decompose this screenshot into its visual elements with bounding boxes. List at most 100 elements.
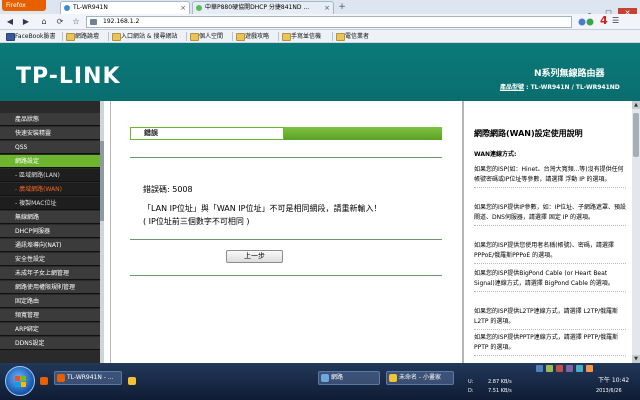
tray-app-icon[interactable] xyxy=(566,365,573,372)
scroll-down-icon[interactable]: ▼ xyxy=(632,355,640,363)
firefox-icon xyxy=(57,374,65,382)
bookmark-forum[interactable]: 網路論壇 xyxy=(66,31,99,42)
menu-item-wireless[interactable]: 無線網路 xyxy=(0,211,100,224)
url-bar[interactable]: 192.168.1.2 xyxy=(86,16,572,28)
taskbar-window-label: TL-WR941N - ... xyxy=(67,374,114,381)
window-controls: – □ ✕ xyxy=(580,0,640,19)
home-button[interactable]: ⌂ xyxy=(38,16,50,28)
close-icon[interactable]: × xyxy=(180,2,186,14)
bookmark-facebook[interactable]: FaceBook臉書 xyxy=(6,31,56,42)
tab-label: TL-WR941N xyxy=(73,4,108,11)
upload-label: U: xyxy=(468,379,474,385)
download-label: D: xyxy=(468,388,474,394)
bookmark-personal[interactable]: 個人空間 xyxy=(190,31,223,42)
model-label: 產品型號 xyxy=(500,84,525,91)
back-step-button[interactable]: 上一步 xyxy=(226,250,283,263)
separator xyxy=(332,32,333,41)
bookmark-phones[interactable]: 手寫並信機 xyxy=(282,31,321,42)
separator xyxy=(108,32,109,41)
taskbar-window-paint[interactable]: 未命名 - 小畫家 xyxy=(386,371,454,385)
separator xyxy=(186,32,187,41)
new-tab-button[interactable]: + xyxy=(336,1,348,13)
forward-button[interactable]: ▶ xyxy=(20,16,32,28)
error-message: 「LAN IP位址」與「WAN IP位址」不可是相同網段，請重新輸入！ xyxy=(143,204,382,213)
tray-app-icon[interactable] xyxy=(536,365,543,372)
menu-icon[interactable]: ☰ xyxy=(612,16,619,25)
menu-item-arp-binding[interactable]: ARP綁定 xyxy=(0,323,100,336)
windows-logo-icon xyxy=(15,376,26,387)
menu-item-status[interactable]: 產品狀態 xyxy=(0,113,100,126)
browser-tab-bar: Firefox TL-WR941N × 中華P880硬協開DHCP 分捷841N… xyxy=(0,0,640,19)
upload-speed: 2.87 KB/s xyxy=(488,379,512,385)
menu-item-dhcp[interactable]: DHCP伺服器 xyxy=(0,225,100,238)
tplink-logo: TP-LINK xyxy=(16,64,121,89)
help-title: 網際網路(WAN)設定使用說明 xyxy=(474,129,583,138)
globe-icon xyxy=(196,5,202,11)
bookmark-games[interactable]: 遊戲攻略 xyxy=(236,31,269,42)
tray-app-icon[interactable] xyxy=(556,365,563,372)
firefox-menu-button[interactable]: Firefox xyxy=(2,0,46,11)
separator xyxy=(278,32,279,41)
menu-item-qss[interactable]: QSS xyxy=(0,141,100,154)
taskbar-window-network[interactable]: 網路 xyxy=(318,371,380,385)
error-code: 錯誤碼: 5008 xyxy=(143,185,193,194)
back-button[interactable]: ◀ xyxy=(4,16,16,28)
menu-item-quick-setup[interactable]: 快速安裝精靈 xyxy=(0,127,100,140)
addon-icons[interactable] xyxy=(578,17,598,27)
menu-item-lan[interactable]: - 區域網路(LAN) xyxy=(0,169,100,182)
bookmark-telecom[interactable]: 電信業者 xyxy=(336,31,369,42)
paint-icon xyxy=(389,374,397,382)
scroll-up-icon[interactable]: ▲ xyxy=(632,101,640,109)
start-button[interactable] xyxy=(5,366,35,396)
help-paragraph: 如果您的ISP提供您使用者名稱(帳號)、密碼，請選擇 PPPoE/俄羅斯PPPo… xyxy=(474,241,626,264)
tab-dhcp-forum[interactable]: 中華P880硬協開DHCP 分捷841ND ... × xyxy=(192,1,334,14)
notification-count[interactable]: 4 xyxy=(600,14,608,27)
tab-tl-wr941n[interactable]: TL-WR941N × xyxy=(60,1,190,14)
taskbar-window-firefox[interactable]: TL-WR941N - ... xyxy=(54,371,122,385)
download-speed: 7.51 KB/s xyxy=(488,388,512,394)
close-icon[interactable]: × xyxy=(324,2,330,14)
divider xyxy=(130,157,442,158)
tray-app-icon[interactable] xyxy=(576,365,583,372)
content-area xyxy=(104,101,460,363)
menu-item-static-routing[interactable]: 固定路由 xyxy=(0,295,100,308)
help-scrollbar[interactable]: ▲ ▼ xyxy=(632,101,640,363)
divider xyxy=(130,239,442,240)
router-menu: 產品狀態 快速安裝精靈 QSS 網路設定 - 區域網路(LAN) - 廣域網路(… xyxy=(0,101,104,363)
menu-item-bandwidth[interactable]: 頻寬管理 xyxy=(0,309,100,322)
menu-item-security[interactable]: 安全性設定 xyxy=(0,253,100,266)
menu-item-access-control[interactable]: 網路使用權限規則管理 xyxy=(0,281,100,294)
menu-item-wan[interactable]: - 廣域網路(WAN) xyxy=(0,183,100,196)
error-hint: ( IP位址前三個數字不可相同 ) xyxy=(143,217,250,226)
menu-item-mac-clone[interactable]: - 複製MAC位址 xyxy=(0,197,100,210)
help-paragraph: 如果您的ISP提供L2TP連線方式，請選擇 L2TP/俄羅斯L2TP 的選項。 xyxy=(474,307,626,330)
menu-item-network[interactable]: 網路設定 xyxy=(0,155,100,168)
divider xyxy=(462,101,464,363)
help-subtitle: WAN連線方式: xyxy=(474,151,517,158)
menu-item-nat[interactable]: 通訊埠導向(NAT) xyxy=(0,239,100,252)
folder-quicklaunch-icon[interactable] xyxy=(128,377,136,385)
page-icon xyxy=(90,19,97,25)
series-title: N系列無線路由器 xyxy=(534,69,605,79)
section-title: 錯誤 xyxy=(130,127,284,140)
network-icon xyxy=(321,374,329,382)
scroll-thumb[interactable] xyxy=(633,113,639,157)
separator xyxy=(232,32,233,41)
tray-app-icon[interactable] xyxy=(546,365,553,372)
help-paragraph: 如果您的ISP提供PPTP連線方式，請選擇 PPTP/俄羅斯PPTP 的選項。 xyxy=(474,333,626,356)
menu-item-ddns[interactable]: DDNS設定 xyxy=(0,337,100,350)
divider xyxy=(110,101,111,363)
reload-button[interactable]: ⟳ xyxy=(54,16,66,28)
menu-item-parental-control[interactable]: 未成年子女上網管理 xyxy=(0,267,100,280)
bookmark-star-icon[interactable]: ☆ xyxy=(70,16,82,28)
taskbar-window-label: 網路 xyxy=(331,374,344,381)
clock-date[interactable]: 2013/6/26 xyxy=(596,388,622,394)
taskbar-window-label: 未命名 - 小畫家 xyxy=(399,374,441,381)
clock-time[interactable]: 下午 10:42 xyxy=(598,375,629,384)
section-header: 錯誤 xyxy=(130,127,442,140)
firefox-quicklaunch-icon[interactable] xyxy=(40,377,48,385)
url-text: 192.168.1.2 xyxy=(103,18,140,25)
volume-icon[interactable] xyxy=(586,365,593,372)
bookmark-portal[interactable]: 入口網站 & 搜尋網站 xyxy=(112,31,178,42)
bookmarks-bar: FaceBook臉書 網路論壇 入口網站 & 搜尋網站 個人空間 遊戲攻略 手寫… xyxy=(0,30,640,43)
